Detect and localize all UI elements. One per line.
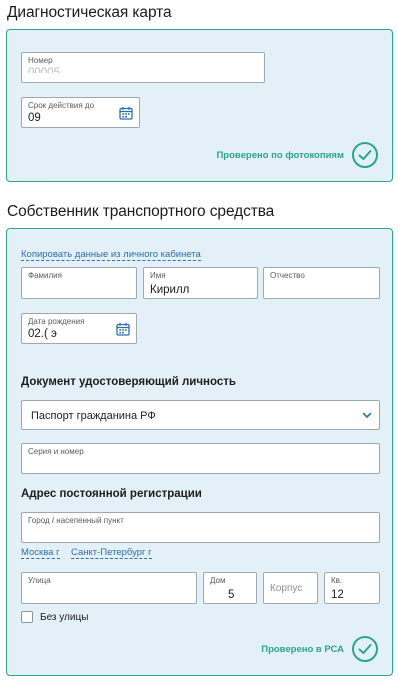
surname-label: Фамилия xyxy=(28,271,62,280)
korpus-field[interactable]: Корпус xyxy=(263,572,318,604)
apartment-value: 12 xyxy=(331,589,344,601)
calendar-icon[interactable] xyxy=(116,322,130,336)
surname-field[interactable]: Фамилия xyxy=(21,267,137,299)
city-field[interactable]: Город / населенный пункт xyxy=(21,512,380,543)
city-label: Город / населенный пункт xyxy=(28,516,124,525)
korpus-placeholder: Корпус xyxy=(270,583,303,594)
house-value: 5 xyxy=(228,589,235,601)
city-quick-spb-link[interactable]: Санкт-Петербург г xyxy=(71,547,152,559)
diag-card-title: Диагностическая карта xyxy=(7,4,172,21)
check-icon xyxy=(352,636,378,662)
address-heading: Адрес постоянной регистрации xyxy=(21,488,202,500)
diag-number-field[interactable]: Номер 00005 xyxy=(21,52,265,83)
birthdate-label: Дата рождения xyxy=(28,317,85,326)
copy-from-account-link[interactable]: Копировать данные из личного кабинета xyxy=(21,249,201,261)
chevron-down-icon xyxy=(362,412,372,418)
apartment-field[interactable]: Кв. 12 xyxy=(324,572,380,604)
patronymic-label: Отчество xyxy=(270,271,305,280)
check-icon xyxy=(352,142,378,168)
birthdate-field[interactable]: Дата рождения 02.( э xyxy=(21,313,137,344)
street-field[interactable]: Улица xyxy=(21,572,197,604)
doc-type-value: Паспорт гражданина РФ xyxy=(31,410,156,422)
diag-card-panel: Номер 00005 Срок действия до 09 Проверен… xyxy=(6,29,393,182)
no-street-checkbox[interactable] xyxy=(21,611,33,623)
series-number-field[interactable]: Серия и номер xyxy=(21,443,380,474)
street-label: Улица xyxy=(28,576,51,585)
diag-expiry-label: Срок действия до xyxy=(28,101,95,110)
no-street-option[interactable]: Без улицы xyxy=(21,611,88,623)
rsa-verified-status: Проверено в РСА xyxy=(261,636,378,662)
apartment-label: Кв. xyxy=(331,576,343,585)
city-quick-moscow-link[interactable]: Москва г xyxy=(21,547,60,559)
diag-number-label: Номер xyxy=(28,56,53,65)
rsa-verified-text: Проверено в РСА xyxy=(261,643,344,655)
diag-number-value: 00005 xyxy=(28,67,60,73)
doc-type-select[interactable]: Паспорт гражданина РФ xyxy=(21,400,380,430)
diag-expiry-value: 09 xyxy=(28,112,41,124)
birthdate-value: 02.( э xyxy=(28,328,57,340)
owner-panel: Копировать данные из личного кабинета Фа… xyxy=(6,228,393,676)
patronymic-field[interactable]: Отчество xyxy=(263,267,380,299)
diag-verified-status: Проверено по фотокопиям xyxy=(216,142,378,168)
name-label: Имя xyxy=(150,271,166,280)
house-field[interactable]: Дом 5 xyxy=(203,572,257,604)
no-street-label: Без улицы xyxy=(40,611,89,623)
house-label: Дом xyxy=(210,576,226,585)
calendar-icon[interactable] xyxy=(119,106,133,120)
id-doc-heading: Документ удостоверяющий личность xyxy=(21,376,236,388)
series-number-label: Серия и номер xyxy=(28,447,84,456)
diag-verified-text: Проверено по фотокопиям xyxy=(216,149,344,161)
name-field[interactable]: Имя Кирилл xyxy=(143,267,258,299)
owner-title: Собственник транспортного средства xyxy=(7,203,275,220)
diag-expiry-field[interactable]: Срок действия до 09 xyxy=(21,97,140,128)
name-value: Кирилл xyxy=(150,284,190,296)
